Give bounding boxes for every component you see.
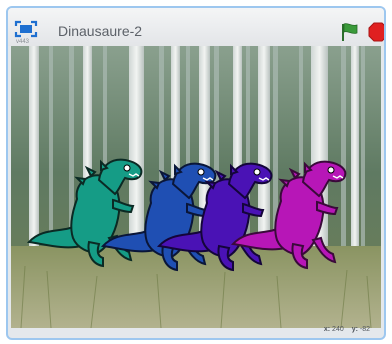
title-bar: v443 Dinausaure-2 [8,8,384,46]
x-label: x: [323,326,331,333]
y-value: -82 [359,326,370,333]
green-flag-icon[interactable] [341,22,359,42]
stage-window: v443 Dinausaure-2 x: 240 y: -82 [6,6,386,340]
y-label: y: [351,326,358,333]
mouse-coordinates: x: 240 y: -82 [324,326,376,338]
stage-canvas[interactable] [11,46,381,328]
version-label: v443 [16,39,30,45]
project-title: Dinausaure-2 [58,23,143,39]
x-value: 240 [332,326,344,333]
fullscreen-icon[interactable] [14,20,38,38]
stop-icon[interactable] [368,22,384,42]
